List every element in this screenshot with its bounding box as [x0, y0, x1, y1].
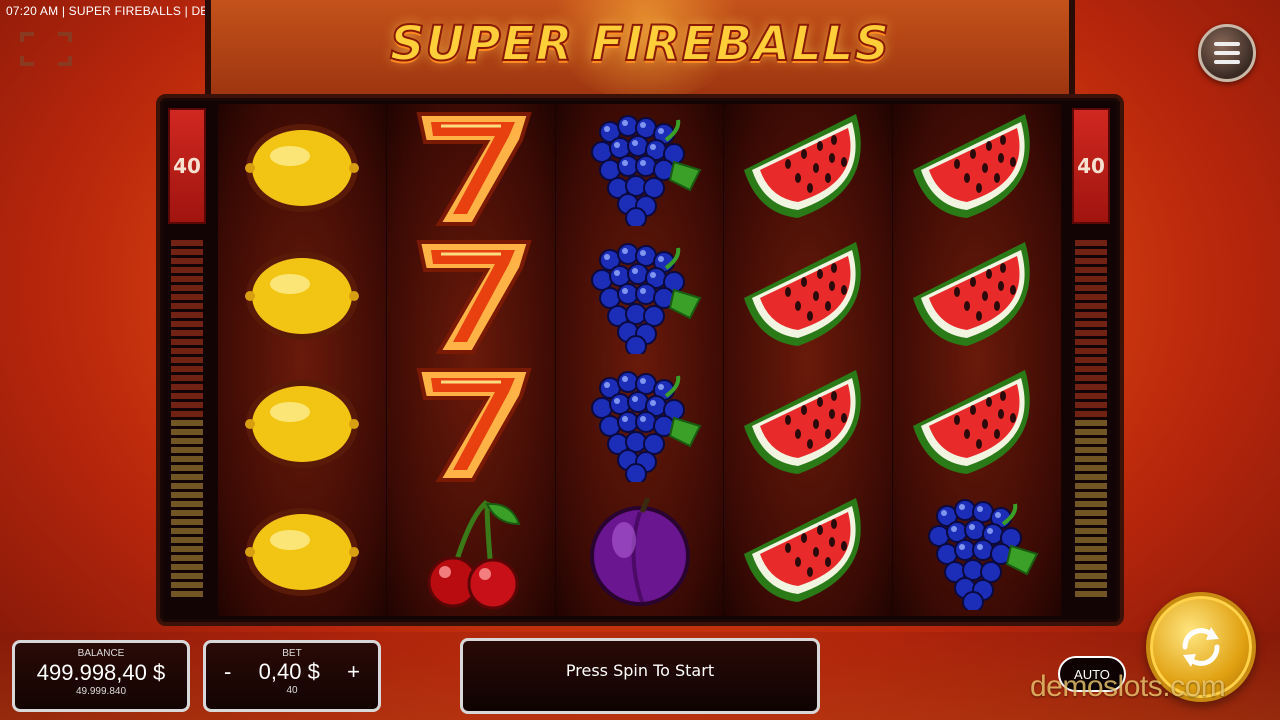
bet-panel: BET - 0,40 $ + 40	[203, 640, 381, 712]
fullscreen-icon[interactable]	[20, 32, 72, 66]
payline-ladder-left	[168, 238, 206, 614]
message-box: Press Spin To Start	[460, 638, 820, 714]
symbol-lemon-icon	[218, 488, 387, 616]
symbol-cherry-icon	[387, 488, 556, 616]
symbol-watermelon-icon	[724, 232, 893, 360]
symbol-seven-icon	[387, 104, 556, 232]
watermark: demoslots.com	[1030, 670, 1226, 703]
symbol-lemon-icon	[218, 232, 387, 360]
symbol-watermelon-icon	[724, 360, 893, 488]
bet-label: BET	[282, 648, 302, 659]
balance-credits: 49.999.840	[75, 686, 127, 697]
symbol-lemon-icon	[218, 104, 387, 232]
symbol-grapes-icon	[556, 104, 725, 232]
balance-panel: BALANCE 499.998,40 $ 49.999.840	[12, 640, 190, 712]
symbol-plum-icon	[556, 488, 725, 616]
symbol-seven-icon	[387, 360, 556, 488]
menu-button[interactable]	[1198, 24, 1256, 82]
symbol-seven-icon	[387, 232, 556, 360]
bet-increase-button[interactable]: +	[347, 659, 360, 685]
title-plate: SUPER FIREBALLS	[205, 0, 1075, 100]
payline-ladder-right	[1072, 238, 1110, 614]
symbol-watermelon-icon	[893, 104, 1062, 232]
hamburger-menu-icon	[1214, 42, 1240, 46]
symbol-watermelon-icon	[893, 360, 1062, 488]
bet-lines: 40	[286, 685, 298, 696]
symbol-grapes-icon	[893, 488, 1062, 616]
balance-label: BALANCE	[77, 648, 125, 659]
symbol-watermelon-icon	[724, 488, 893, 616]
game-title: SUPER FIREBALLS	[389, 15, 891, 73]
bet-decrease-button[interactable]: -	[224, 659, 231, 685]
refresh-arrows-icon	[1182, 627, 1220, 667]
paylines-badge-left: 40	[168, 108, 206, 224]
reel-area	[218, 104, 1062, 616]
balance-value: 499.998,40 $	[36, 660, 166, 685]
paylines-badge-right: 40	[1072, 108, 1110, 224]
bet-value: 0,40 $	[258, 659, 320, 684]
symbol-watermelon-icon	[724, 104, 893, 232]
symbol-grapes-icon	[556, 360, 725, 488]
status-bar: 07:20 AM | SUPER FIREBALLS | DEMO	[6, 4, 229, 18]
symbol-lemon-icon	[218, 360, 387, 488]
symbol-grapes-icon	[556, 232, 725, 360]
symbol-watermelon-icon	[893, 232, 1062, 360]
